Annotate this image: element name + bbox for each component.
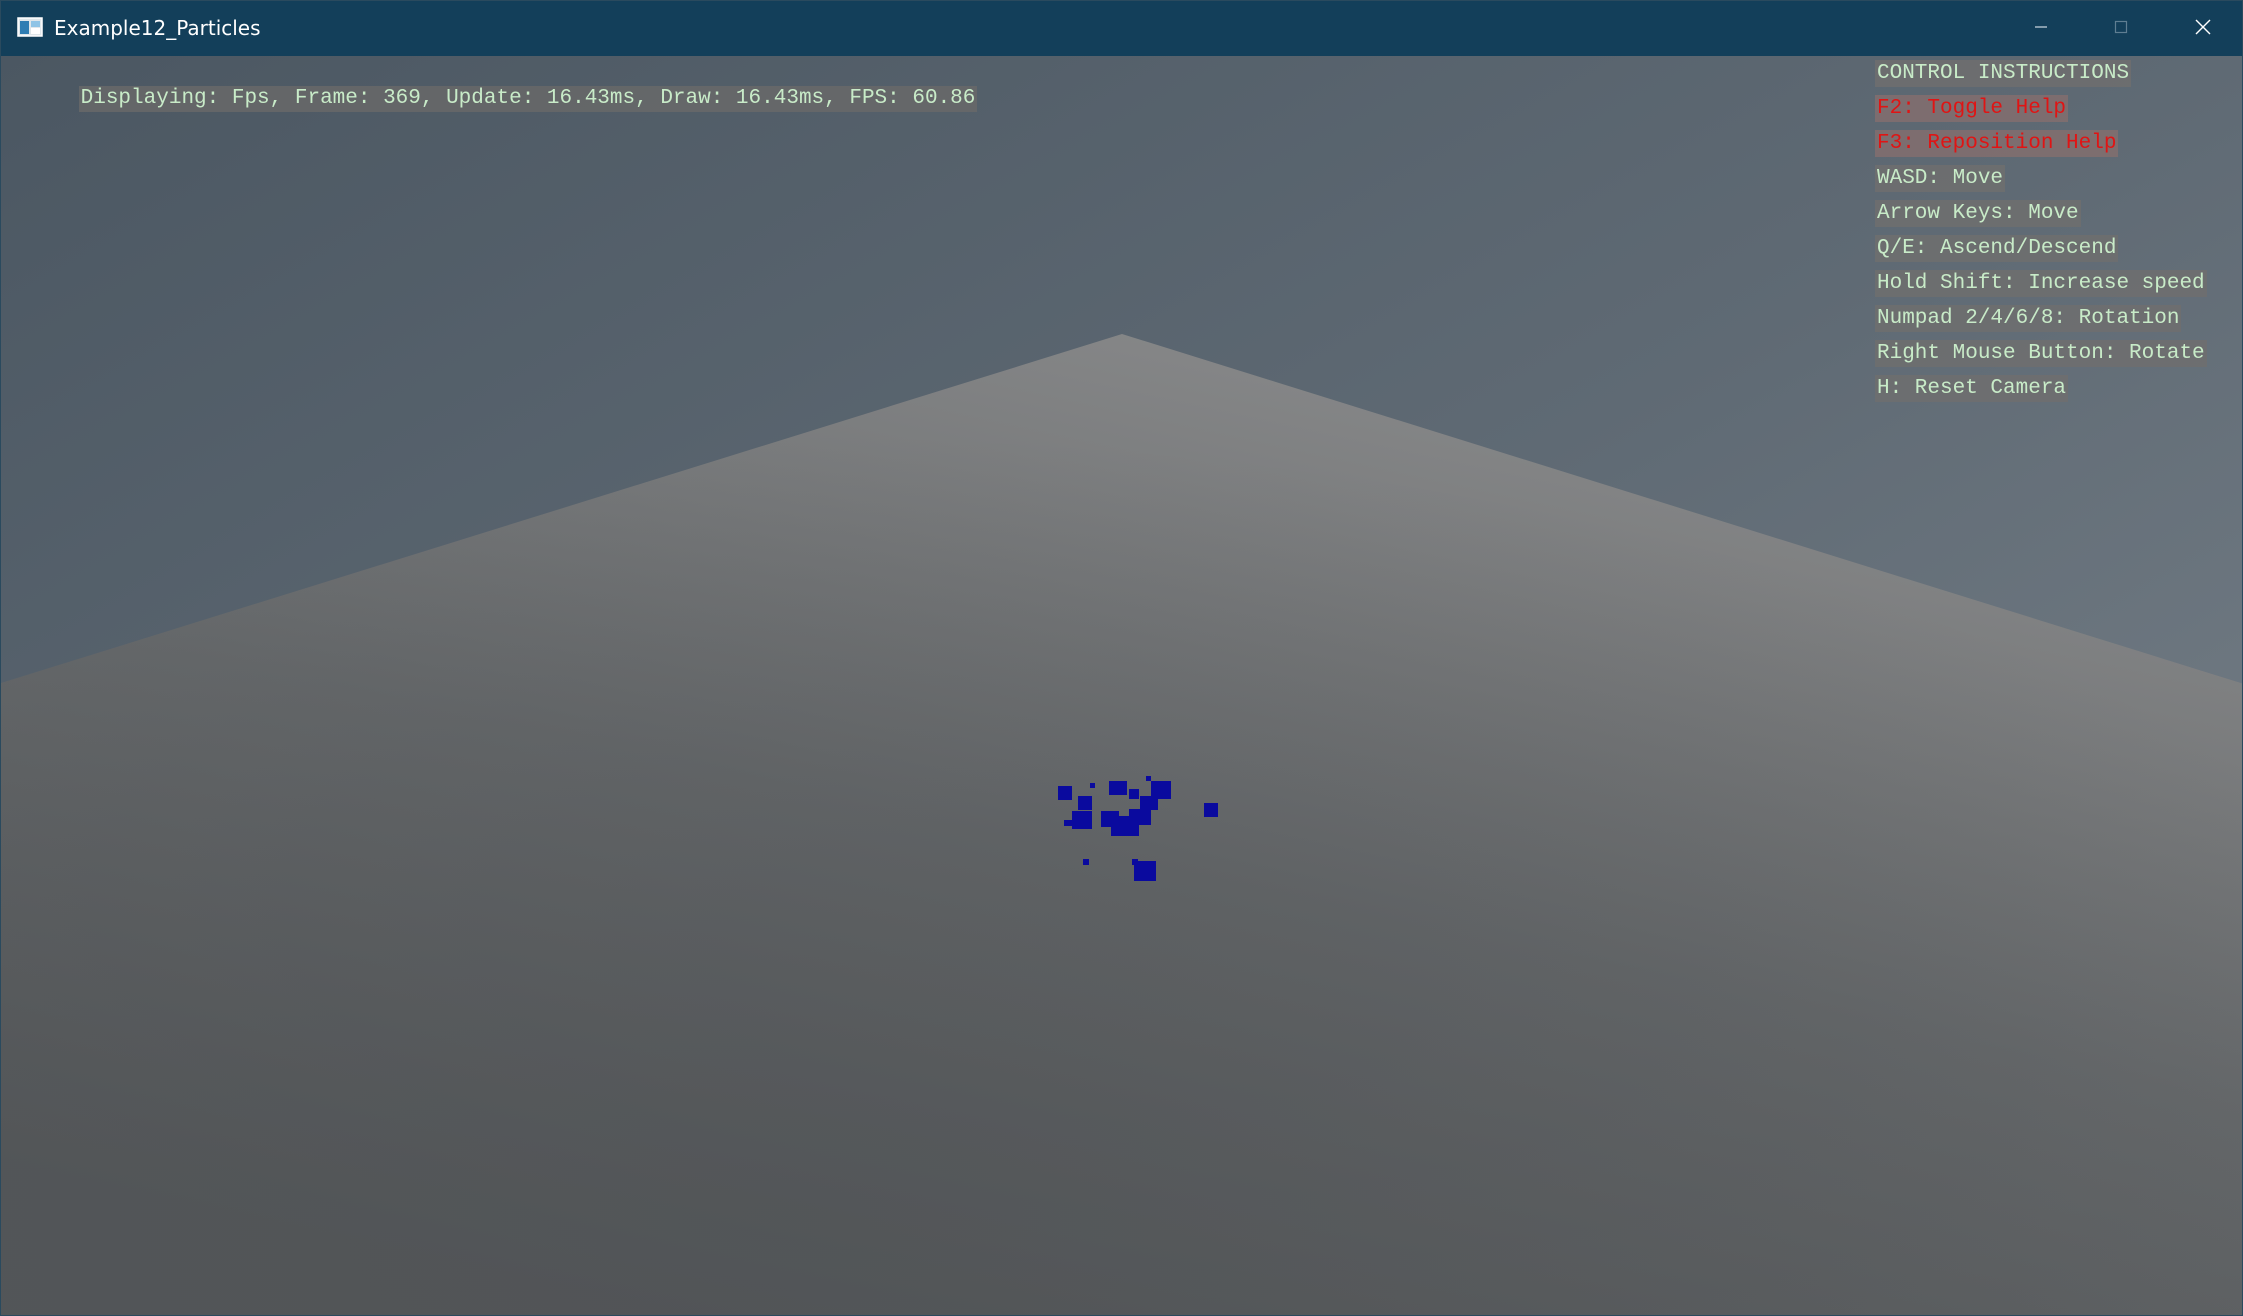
particle: [1064, 820, 1074, 826]
particle: [1090, 783, 1095, 788]
particle: [1132, 859, 1138, 865]
help-line-text: Numpad 2/4/6/8: Rotation: [1875, 305, 2182, 332]
particle: [1146, 776, 1151, 781]
particle: [1101, 811, 1119, 827]
particle: [1078, 796, 1092, 810]
help-line: Numpad 2/4/6/8: Rotation: [1875, 305, 2242, 340]
help-line-text: Arrow Keys: Move: [1875, 200, 2081, 227]
help-line-text: Hold Shift: Increase speed: [1875, 270, 2207, 297]
fps-stats-text: Displaying: Fps, Frame: 369, Update: 16.…: [78, 86, 978, 112]
particle: [1129, 809, 1151, 825]
help-line: Arrow Keys: Move: [1875, 200, 2242, 235]
help-line-text: Q/E: Ascend/Descend: [1875, 235, 2119, 262]
particle: [1111, 826, 1125, 836]
help-line-text: WASD: Move: [1875, 165, 2006, 192]
help-line: CONTROL INSTRUCTIONS: [1875, 60, 2242, 95]
window-title: Example12_Particles: [54, 16, 261, 40]
particle: [1109, 781, 1127, 795]
particle: [1058, 786, 1072, 800]
particle: [1129, 789, 1139, 799]
help-line: F2: Toggle Help: [1875, 95, 2242, 130]
close-icon: [2194, 18, 2212, 40]
help-line: Hold Shift: Increase speed: [1875, 270, 2242, 305]
help-line: Right Mouse Button: Rotate: [1875, 340, 2242, 375]
help-line: F3: Reposition Help: [1875, 130, 2242, 165]
maximize-icon: [2113, 19, 2129, 39]
help-line-text: F3: Reposition Help: [1875, 130, 2119, 157]
help-line-text: CONTROL INSTRUCTIONS: [1875, 60, 2132, 87]
app-window-icon: [17, 17, 43, 37]
minimize-button[interactable]: [2001, 1, 2081, 56]
control-instructions-panel: CONTROL INSTRUCTIONS F2: Toggle Help F3: R…: [1875, 60, 2242, 410]
3d-viewport[interactable]: Displaying: Fps, Frame: 369, Update: 16.…: [1, 56, 2242, 1315]
help-line-text: F2: Toggle Help: [1875, 95, 2069, 122]
maximize-button[interactable]: [2081, 1, 2161, 56]
particle: [1083, 859, 1089, 865]
app-window: Example12_Particles Displaying: Fps, Fra…: [0, 0, 2243, 1316]
help-line: Q/E: Ascend/Descend: [1875, 235, 2242, 270]
particle: [1072, 811, 1092, 829]
help-line-text: H: Reset Camera: [1875, 375, 2069, 402]
minimize-icon: [2033, 19, 2049, 39]
particle: [1140, 796, 1158, 810]
close-button[interactable]: [2161, 1, 2242, 56]
help-line: H: Reset Camera: [1875, 375, 2242, 410]
help-line-text: Right Mouse Button: Rotate: [1875, 340, 2207, 367]
help-line: WASD: Move: [1875, 165, 2242, 200]
title-bar[interactable]: Example12_Particles: [1, 1, 2242, 56]
fps-stats-overlay: Displaying: Fps, Frame: 369, Update: 16.…: [3, 60, 978, 138]
particle: [1204, 803, 1218, 817]
